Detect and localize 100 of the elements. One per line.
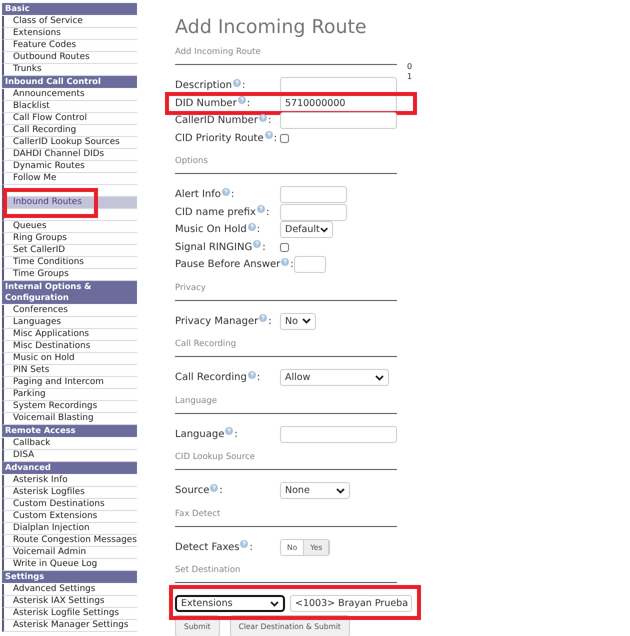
help-icon [264,131,273,140]
sidebar-item[interactable]: Misc Destinations [2,341,137,354]
sidebar-item[interactable]: Asterisk Logfile Settings [2,608,137,620]
colon: : [256,372,260,384]
sidebar-item[interactable]: Asterisk Logfiles [2,486,137,499]
sidebar-item[interactable]: Voicemail Blasting [2,413,137,426]
help-icon [225,427,234,436]
sidebar-item[interactable]: DAHDI Channel DIDs [2,148,137,161]
dropdown[interactable]: Allow [280,369,389,386]
help-icon [259,314,268,322]
field-label: CallerID Number [175,115,258,126]
side-mark: 1 [407,72,412,82]
help-icon [232,78,241,87]
checkbox[interactable] [280,242,289,252]
sidebar-section-header: Advanced [2,462,137,475]
sidebar-item[interactable]: Extensions [2,28,137,40]
sidebar-item[interactable]: Custom Destinations [2,498,137,511]
text-field[interactable] [294,256,326,274]
colon: : [230,189,234,200]
field-label: Privacy Manager [175,316,258,327]
field-label: Source [175,485,210,496]
sidebar-item[interactable]: Set CallerID [2,244,137,257]
colon: : [246,98,250,109]
colon: : [242,80,246,92]
field-label: CID name prefix [175,206,256,218]
sidebar-item[interactable]: Ring Groups [2,232,137,245]
field-label: Alert Info [175,189,221,200]
section-heading: Set Destination [175,565,240,575]
field-label: Call Recording [175,372,247,384]
sidebar-item[interactable]: Time Groups [2,268,137,281]
section-heading: Fax Detect [175,508,220,518]
field-label: Language [175,428,224,440]
sidebar-item[interactable]: Conferences [2,305,137,318]
field-label: CID Priority Route [175,132,264,144]
sidebar-item[interactable]: Feature Codes [2,40,137,52]
sidebar-item[interactable]: Asterisk Info [2,474,137,487]
sidebar-item[interactable]: Announcements [2,88,137,101]
sidebar-item[interactable]: Class of Service [2,16,137,28]
text-field[interactable] [280,112,397,130]
colon: : [290,259,294,270]
field-label: Description [175,80,232,92]
colon: : [266,206,270,218]
caret-icon [302,318,311,324]
sidebar-item[interactable]: Dialplan Injection [2,522,137,535]
help-icon [222,188,230,196]
section-heading: Privacy [175,282,206,292]
sidebar-section-header: Internal Options & Configuration [2,280,137,306]
field-label: Music On Hold [175,224,247,236]
sidebar-item[interactable]: Time Conditions [2,256,137,269]
text-field[interactable] [280,186,347,204]
sidebar-section-header: Basic [2,3,137,16]
sidebar-item[interactable]: Misc Applications [2,329,137,342]
side-mark: 0 [407,62,412,72]
sidebar-item[interactable]: Call Recording [2,124,137,137]
sidebar-item[interactable]: Route Congestion Messages [2,534,137,547]
sidebar-item[interactable]: Callback [2,438,137,450]
section-heading: Options [175,156,208,166]
sidebar-item[interactable]: Custom Extensions [2,510,137,523]
checkbox[interactable] [280,134,289,143]
sidebar-item[interactable]: Paging and Intercom [2,377,137,390]
sidebar-item[interactable]: Blacklist [2,100,137,113]
sidebar-item[interactable]: CallerID Lookup Sources [2,136,137,149]
dropdown[interactable]: Default [280,221,333,238]
colon: : [249,542,253,553]
destination-type-dropdown[interactable]: Extensions [175,595,285,612]
dropdown[interactable]: No [280,312,316,330]
help-icon [258,114,267,122]
sidebar-item[interactable]: Trunks [2,64,137,76]
sidebar-item[interactable]: Asterisk IAX Settings [2,596,137,608]
text-field[interactable] [280,204,347,221]
sidebar-item[interactable]: Voicemail Admin [2,546,137,559]
colon: : [256,224,260,236]
text-field[interactable] [280,426,397,443]
sidebar-item[interactable]: Asterisk Manager Settings [2,620,137,632]
sidebar-item[interactable]: Music on Hold [2,353,137,366]
help-icon [256,205,265,214]
sidebar-item[interactable]: Follow Me [2,172,137,185]
sidebar-item[interactable]: Parking [2,389,137,402]
help-icon [238,96,246,104]
caret-icon [270,600,279,606]
sidebar-item[interactable]: Dynamic Routes [2,160,137,173]
sidebar-item[interactable]: Outbound Routes [2,52,137,64]
sidebar-item[interactable]: Write in Queue Log [2,558,137,571]
sidebar-item[interactable]: DISA [2,450,137,462]
section-heading: Language [175,396,217,406]
help-icon [281,258,290,266]
sidebar-item[interactable]: PIN Sets [2,365,137,378]
caret-icon [336,488,345,494]
page-title: Add Incoming Route [175,16,368,38]
sidebar-item[interactable]: System Recordings [2,401,137,414]
sidebar-item[interactable]: Call Flow Control [2,112,137,125]
sidebar-item[interactable]: Advanced Settings [2,584,137,596]
help-icon [253,240,262,248]
dropdown[interactable]: None [280,482,350,500]
field-label: DID Number [175,98,237,109]
destination-dropdown[interactable]: <1003> Brayan Prueba [290,595,412,612]
sidebar-item[interactable]: Languages [2,317,137,330]
section-heading: CID Lookup Source [175,452,256,462]
sidebar-item[interactable]: Queues [2,220,137,233]
caret-icon [320,226,328,233]
